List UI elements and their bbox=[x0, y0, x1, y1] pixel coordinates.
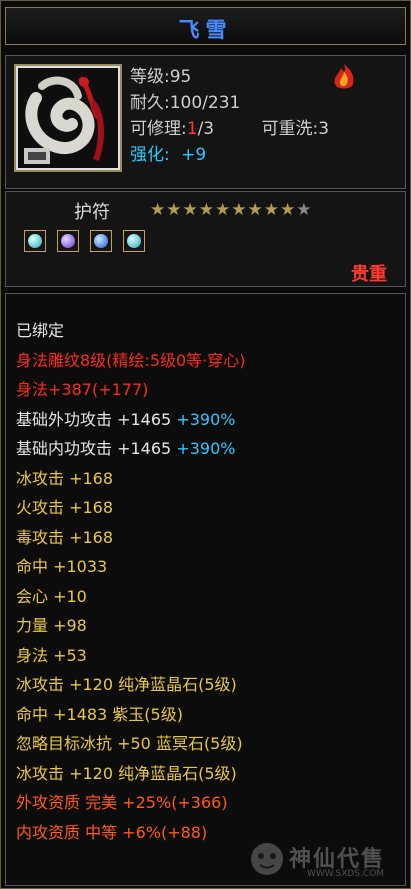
outer-quality-line: 外攻资质 完美 +25%(+366) bbox=[16, 793, 228, 812]
base-inner-attack: 基础内功攻击 +1465 bbox=[16, 439, 172, 458]
item-name: 飞雪 bbox=[178, 18, 233, 42]
ice-attack-line: 冰攻击 +168 bbox=[16, 468, 114, 488]
gem-stat-line: 忽略目标冰抗 +50 蓝冥石(5级) bbox=[16, 734, 243, 753]
strength-line: 力量 +98 bbox=[16, 616, 87, 635]
item-info: 等级:95 耐久:100/231 可修理:1/3 可重洗:3 强化: +9 bbox=[130, 64, 329, 168]
flame-badge-icon bbox=[329, 62, 359, 92]
enhance-row: 强化: +9 bbox=[130, 142, 329, 168]
teal-gem-icon[interactable] bbox=[24, 230, 46, 252]
star-icon: ★ bbox=[231, 200, 248, 220]
repair-current: 1 bbox=[186, 119, 198, 139]
star-rating: ★★★★★★★★★★ bbox=[150, 200, 313, 220]
poison-attack-line: 毒攻击 +168 bbox=[16, 527, 114, 547]
gem-stat-line: 冰攻击 +120 纯净蓝晶石(5级) bbox=[16, 763, 237, 783]
amulet-icon bbox=[18, 68, 118, 168]
gem-stat-line: 冰攻击 +120 纯净蓝晶石(5级) bbox=[16, 675, 237, 694]
reforge-text: 可重洗:3 bbox=[261, 119, 330, 139]
base-inner-attack-line: 基础内功攻击 +1465 +390% bbox=[16, 434, 246, 464]
repair-label: 可修理: bbox=[130, 119, 187, 139]
star-icon: ★ bbox=[150, 200, 167, 220]
stats-section: 已绑定 身法雕纹8级(精绘:5级0等·穿心) 身法+387(+177) 基础外功… bbox=[5, 293, 406, 886]
base-outer-attack: 基础外功攻击 +1465 bbox=[16, 409, 172, 429]
fire-attack-line: 火攻击 +168 bbox=[16, 498, 114, 517]
purple-gem-icon[interactable] bbox=[57, 230, 80, 252]
gem-stat-line: 命中 +1483 紫玉(5级) bbox=[16, 704, 183, 724]
stats-list: 已绑定 身法雕纹8级(精绘:5级0等·穿心) 身法+387(+177) 基础外功… bbox=[16, 316, 246, 847]
star-icon: ★ bbox=[198, 200, 215, 220]
repair-row: 可修理:1/3 可重洗:3 bbox=[130, 116, 329, 142]
mascot-logo-icon bbox=[251, 843, 283, 875]
socket-gems bbox=[24, 230, 151, 256]
inner-quality-line: 内攻资质 中等 +6%(+88) bbox=[16, 822, 208, 842]
star-icon: ★ bbox=[182, 200, 199, 220]
star-empty-icon: ★ bbox=[296, 200, 313, 220]
repair-max: /3 bbox=[197, 119, 215, 139]
bound-status: 已绑定 bbox=[16, 321, 65, 340]
item-tooltip: 飞雪 等级:95 耐久:100/231 可修理:1/3 可重洗:3 强化: +9… bbox=[0, 0, 411, 889]
base-outer-attack-pct: +390% bbox=[176, 409, 236, 429]
item-icon-frame[interactable] bbox=[14, 64, 122, 172]
watermark-url: WWW.SXDS.COM bbox=[307, 869, 385, 879]
enhance-value: +9 bbox=[181, 145, 207, 165]
star-icon: ★ bbox=[166, 200, 183, 220]
title-bar: 飞雪 bbox=[5, 7, 406, 45]
teal-gem-icon[interactable] bbox=[123, 230, 146, 252]
agility-line: 身法 +53 bbox=[16, 645, 87, 665]
blue-gem-icon[interactable] bbox=[90, 230, 113, 252]
amulet-section: 护符 ★★★★★★★★★★ 贵重 bbox=[5, 191, 406, 287]
amulet-label: 护符 bbox=[74, 202, 110, 223]
star-icon: ★ bbox=[215, 200, 232, 220]
base-outer-attack-line: 基础外功攻击 +1465 +390% bbox=[16, 405, 246, 435]
star-icon: ★ bbox=[263, 200, 280, 220]
agility-bonus-line: 身法+387(+177) bbox=[16, 380, 149, 399]
base-inner-attack-pct: +390% bbox=[176, 439, 236, 458]
enhance-label: 强化: bbox=[130, 145, 170, 165]
engrave-line: 身法雕纹8级(精绘:5级0等·穿心) bbox=[16, 350, 246, 370]
watermark: 神仙代售 WWW.SXDS.COM bbox=[249, 839, 409, 887]
durability-text: 耐久:100/231 bbox=[130, 93, 241, 113]
crit-line: 会心 +10 bbox=[16, 586, 87, 606]
hit-line: 命中 +1033 bbox=[16, 557, 108, 576]
star-icon: ★ bbox=[247, 200, 264, 220]
level-text: 等级:95 bbox=[130, 67, 192, 87]
rarity-label: 贵重 bbox=[351, 264, 387, 285]
item-header-section: 等级:95 耐久:100/231 可修理:1/3 可重洗:3 强化: +9 bbox=[5, 55, 406, 189]
star-icon: ★ bbox=[280, 200, 297, 220]
